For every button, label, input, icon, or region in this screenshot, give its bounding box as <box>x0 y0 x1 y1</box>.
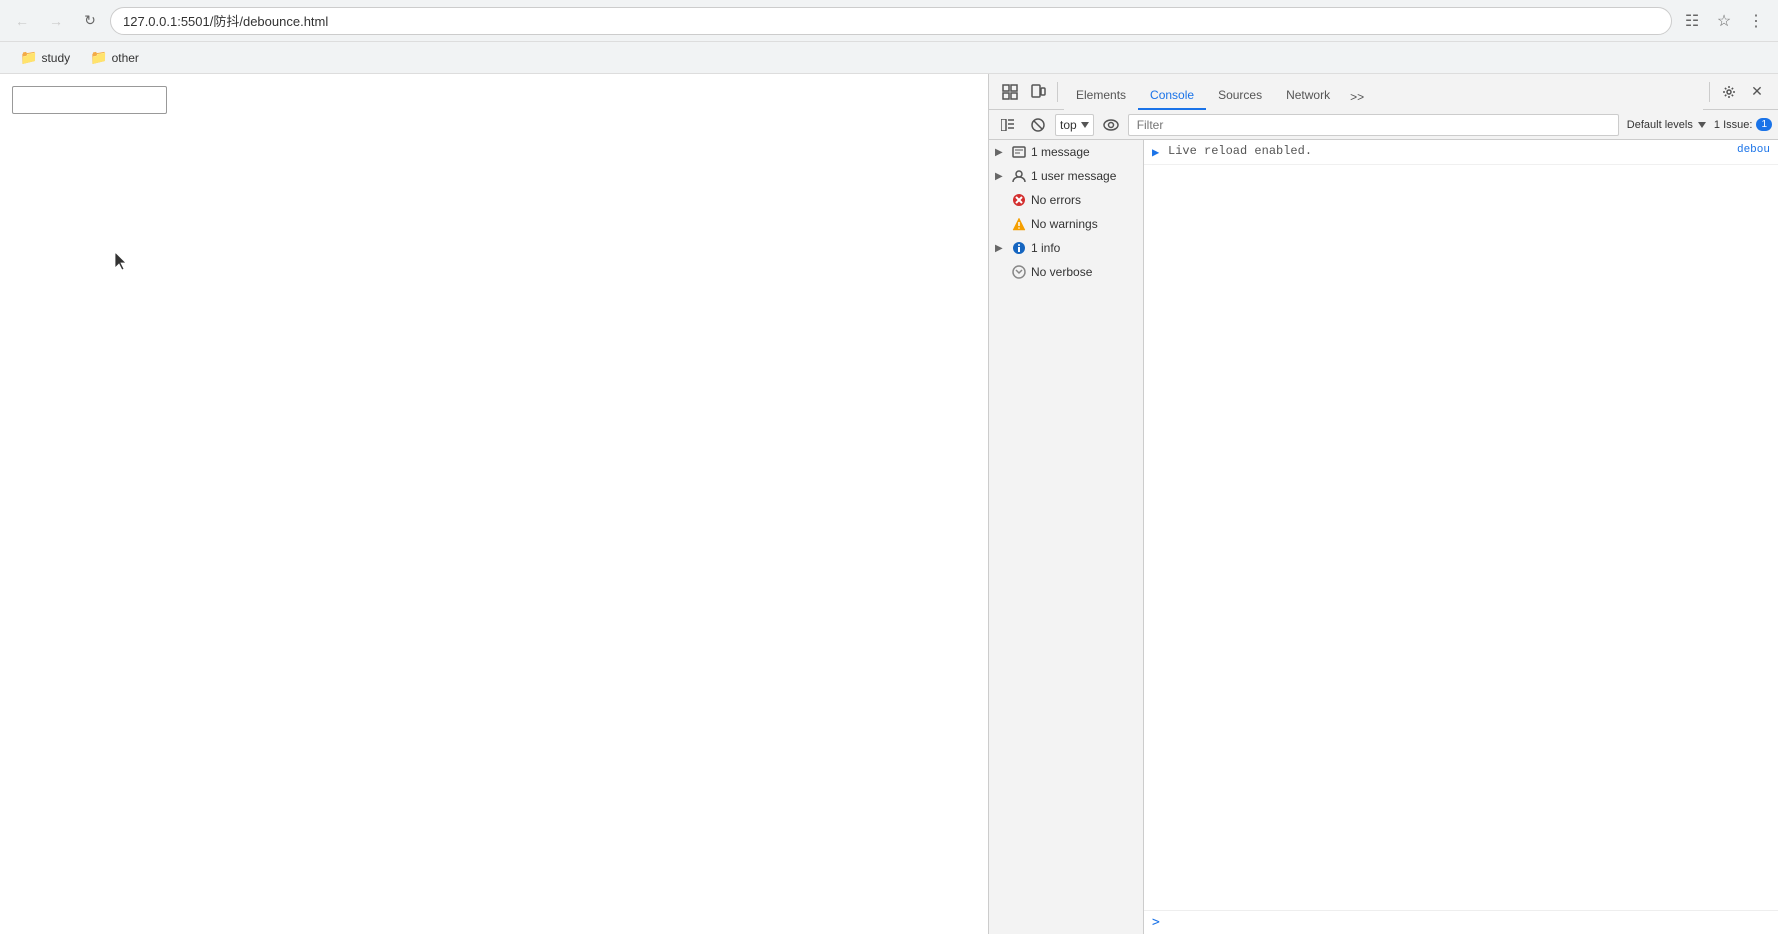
error-icon <box>1011 192 1027 208</box>
chrome-menu-icon[interactable]: ⋮ <box>1742 7 1770 35</box>
bookmarks-bar: 📁 study 📁 other <box>0 42 1778 74</box>
reload-button[interactable]: ↻ <box>76 7 104 35</box>
bookmark-study[interactable]: 📁 study <box>12 46 78 69</box>
sidebar-item-errors[interactable]: ▶ No errors <box>989 188 1143 212</box>
devtools-panel: Elements Console Sources Network >> ✕ <box>988 74 1778 934</box>
top-context-selector[interactable]: top <box>1055 114 1094 136</box>
console-sidebar-toggle[interactable] <box>995 112 1021 138</box>
user-messages-label: 1 user message <box>1031 169 1116 183</box>
default-levels-button[interactable]: Default levels <box>1623 119 1710 131</box>
warning-icon <box>1011 216 1027 232</box>
address-bar-right: ☷ ☆ ⋮ <box>1678 7 1770 35</box>
console-input-row: > <box>1144 910 1778 934</box>
log-expand-arrow[interactable]: ▶ <box>1152 145 1164 160</box>
forward-button[interactable]: → <box>42 7 70 35</box>
log-entry-live-reload: ▶ Live reload enabled. debou <box>1144 140 1778 165</box>
sidebar-item-warnings[interactable]: ▶ No warnings <box>989 212 1143 236</box>
verbose-label: No verbose <box>1031 265 1092 279</box>
console-secondary-toolbar: top Default levels 1 Issue: 1 <box>989 110 1778 140</box>
console-main: ▶ Live reload enabled. debou > <box>1144 140 1778 934</box>
messages-expand-arrow: ▶ <box>995 147 1007 158</box>
address-bar: ← → ↻ ☷ ☆ ⋮ <box>0 0 1778 42</box>
console-input[interactable] <box>1164 916 1770 930</box>
verbose-icon <box>1011 264 1027 280</box>
translate-icon[interactable]: ☷ <box>1678 7 1706 35</box>
back-button[interactable]: ← <box>8 7 36 35</box>
browser-chrome: ← → ↻ ☷ ☆ ⋮ 📁 study 📁 other ​ <box>0 0 1778 934</box>
clear-console-button[interactable] <box>1025 112 1051 138</box>
context-dropdown-arrow <box>1081 122 1089 128</box>
log-source[interactable]: debou <box>1737 144 1770 156</box>
tab-elements[interactable]: Elements <box>1064 82 1138 110</box>
tab-sources[interactable]: Sources <box>1206 82 1274 110</box>
user-messages-expand-arrow: ▶ <box>995 171 1007 182</box>
sidebar-item-verbose[interactable]: ▶ No verbose <box>989 260 1143 284</box>
bookmark-study-label: study <box>41 51 70 65</box>
devtools-tabs-container: Elements Console Sources Network >> <box>1064 74 1703 110</box>
bookmark-other[interactable]: 📁 other <box>82 46 147 69</box>
bookmark-star-icon[interactable]: ☆ <box>1710 7 1738 35</box>
top-context-label: top <box>1060 118 1077 132</box>
console-prompt: > <box>1152 915 1160 930</box>
user-messages-icon <box>1011 168 1027 184</box>
folder-icon: 📁 <box>20 49 37 66</box>
sidebar-item-info[interactable]: ▶ 1 info <box>989 236 1143 260</box>
main-area: ​ Elements Console <box>0 74 1778 934</box>
devtools-body: ▶ 1 message ▶ 1 user message <box>989 140 1778 934</box>
address-input[interactable] <box>110 7 1672 35</box>
tabs-more-button[interactable]: >> <box>1342 84 1372 110</box>
messages-label: 1 message <box>1031 145 1090 159</box>
console-sidebar: ▶ 1 message ▶ 1 user message <box>989 140 1144 934</box>
info-expand-arrow: ▶ <box>995 243 1007 254</box>
toolbar-separator-2 <box>1709 82 1710 102</box>
issues-text: 1 Issue: <box>1714 119 1753 131</box>
info-label: 1 info <box>1031 241 1060 255</box>
toolbar-separator-1 <box>1057 82 1058 102</box>
folder-icon-other: 📁 <box>90 49 107 66</box>
page-search-input[interactable] <box>12 86 167 114</box>
mouse-cursor: ​ <box>115 252 131 277</box>
default-levels-arrow <box>1698 122 1706 128</box>
messages-icon <box>1011 144 1027 160</box>
bookmark-other-label: other <box>112 51 139 65</box>
issues-indicator[interactable]: 1 Issue: 1 <box>1714 118 1772 131</box>
info-icon <box>1011 240 1027 256</box>
device-toggle-button[interactable] <box>1025 79 1051 105</box>
console-filter-input[interactable] <box>1128 114 1619 136</box>
settings-button[interactable] <box>1716 79 1742 105</box>
errors-label: No errors <box>1031 193 1081 207</box>
tab-network[interactable]: Network <box>1274 82 1342 110</box>
devtools-toolbar: Elements Console Sources Network >> ✕ <box>989 74 1778 110</box>
page-content: ​ <box>0 74 988 934</box>
issues-badge: 1 <box>1756 118 1772 131</box>
log-text: Live reload enabled. <box>1168 144 1725 158</box>
sidebar-item-user-messages[interactable]: ▶ 1 user message <box>989 164 1143 188</box>
tab-console[interactable]: Console <box>1138 82 1206 110</box>
inspect-element-button[interactable] <box>997 79 1023 105</box>
warnings-label: No warnings <box>1031 217 1098 231</box>
sidebar-item-messages[interactable]: ▶ 1 message <box>989 140 1143 164</box>
close-devtools-button[interactable]: ✕ <box>1744 79 1770 105</box>
console-eye-button[interactable] <box>1098 112 1124 138</box>
